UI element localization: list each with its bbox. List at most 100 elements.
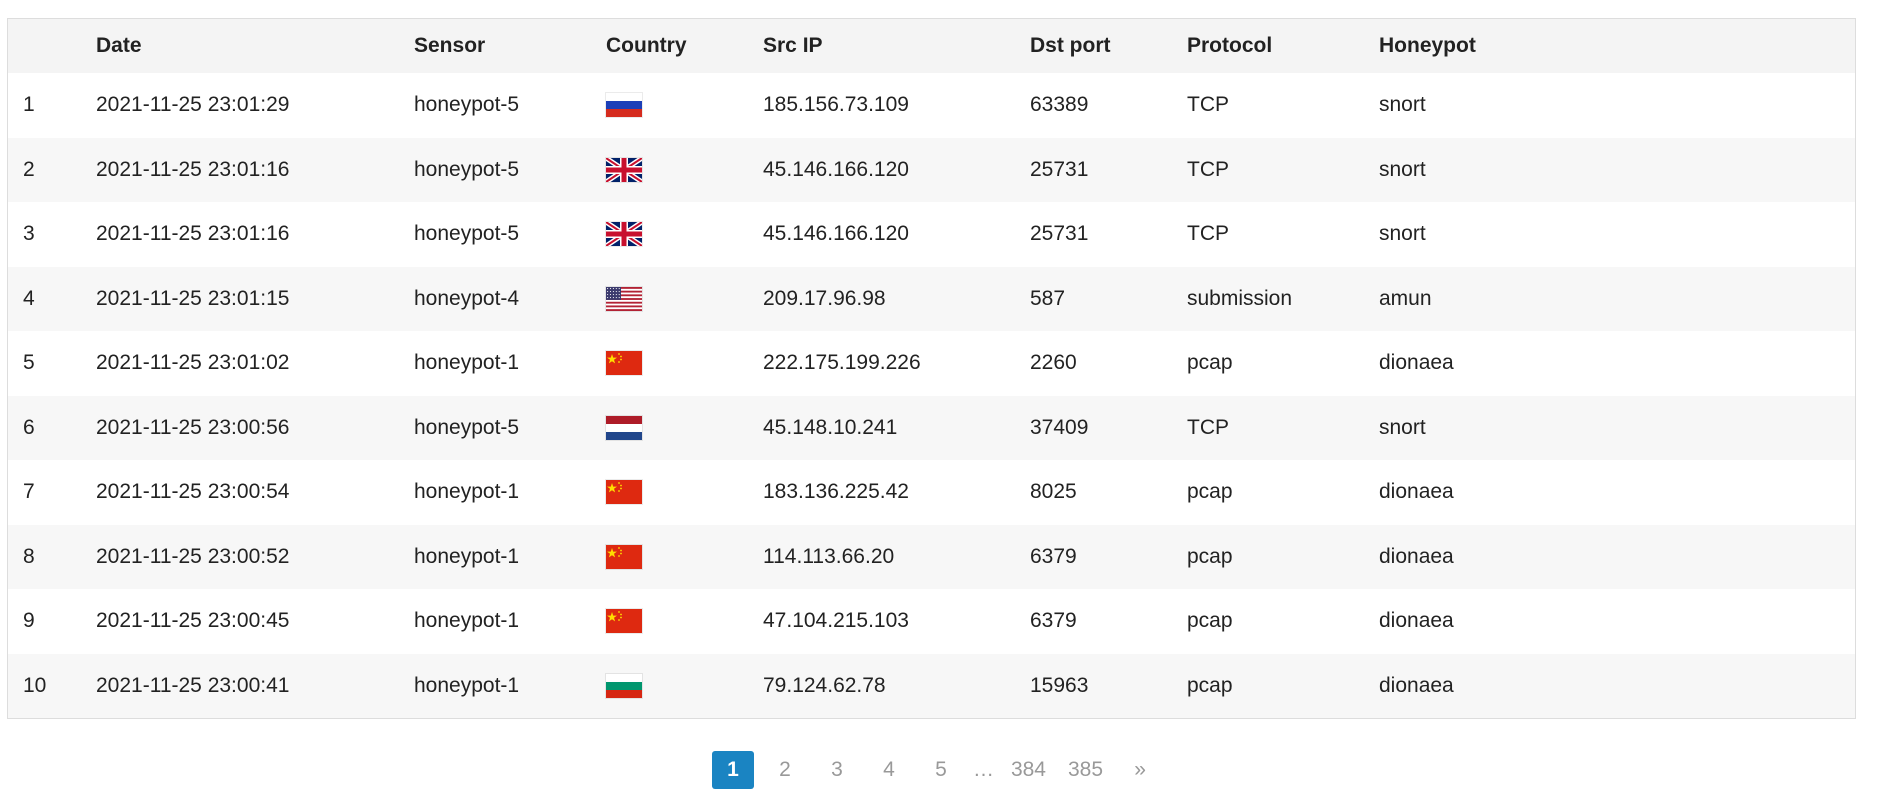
cell-country: [606, 396, 763, 461]
cell-src-ip: 114.113.66.20: [763, 544, 895, 568]
cell-date: 2021-11-25 23:01:02: [96, 351, 290, 375]
page-link-2[interactable]: 2: [764, 751, 806, 789]
uk-flag: [606, 222, 642, 247]
cell-dst-port: 25731: [1030, 222, 1089, 246]
cell-protocol: pcap: [1187, 351, 1233, 375]
table-row: 8 2021-11-25 23:00:52 honeypot-1 114.113.66…: [8, 524, 1855, 589]
cell-dst-port: 15963: [1030, 673, 1089, 697]
cell-num: 6: [23, 415, 35, 439]
cell-honeypot: amun: [1379, 286, 1432, 310]
table-row: 7 2021-11-25 23:00:54 honeypot-1 183.136.22…: [8, 460, 1855, 525]
pagination-list: 1 2 3 4 5 … 384 385 »: [707, 751, 1166, 789]
cell-honeypot: snort: [1379, 222, 1426, 246]
header-dst-port: Dst port: [1030, 34, 1111, 57]
page-link-1[interactable]: 1: [711, 751, 754, 789]
cell-sensor: honeypot-1: [414, 544, 520, 568]
cell-protocol: TCP: [1187, 157, 1229, 181]
cell-protocol: pcap: [1187, 609, 1233, 633]
cell-num: 8: [23, 544, 35, 568]
cell-sensor: honeypot-5: [414, 93, 520, 117]
table-row: 9 2021-11-25 23:00:45 honeypot-1 47.104.215…: [8, 589, 1855, 654]
table-row: 3 2021-11-25 23:01:16 honeypot-5 45.146.166…: [8, 202, 1855, 267]
cell-dst-port: 37409: [1030, 415, 1089, 439]
page-link-3[interactable]: 3: [816, 751, 858, 789]
cell-protocol: submission: [1187, 286, 1293, 310]
cell-dst-port: 6379: [1030, 544, 1077, 568]
header-honeypot: Honeypot: [1379, 34, 1476, 57]
usa-flag: [606, 286, 642, 311]
cell-num: 10: [23, 673, 47, 697]
cell-sensor: honeypot-1: [414, 351, 520, 375]
cell-src-ip: 47.104.215.103: [763, 609, 909, 633]
cell-dst-port: 63389: [1030, 93, 1089, 117]
china-flag: [606, 351, 642, 376]
cell-sensor: honeypot-5: [414, 415, 520, 439]
cell-src-ip: 222.175.199.226: [763, 351, 921, 375]
cell-src-ip: 45.148.10.241: [763, 415, 898, 439]
pagination: 1 2 3 4 5 … 384 385 »: [0, 751, 1880, 789]
honeypot-events-table: Date Sensor Country Src IP Dst port Prot…: [8, 19, 1855, 718]
cell-num: 4: [23, 286, 35, 310]
russia-flag: [606, 93, 642, 118]
cell-honeypot: snort: [1379, 157, 1426, 181]
table-row: 4 2021-11-25 23:01:15 honeypot-4 209.17.96.…: [8, 266, 1855, 332]
header-protocol: Protocol: [1187, 34, 1273, 57]
netherlands-flag: [606, 415, 642, 440]
cell-src-ip: 209.17.96.98: [763, 286, 886, 310]
cell-protocol: TCP: [1187, 415, 1229, 439]
cell-sensor: honeypot-4: [414, 286, 520, 310]
cell-country: [606, 589, 763, 654]
cell-honeypot: snort: [1379, 415, 1426, 439]
cell-protocol: TCP: [1187, 222, 1229, 246]
cell-dst-port: 587: [1030, 286, 1066, 310]
cell-honeypot: dionaea: [1379, 480, 1454, 504]
page-link-4[interactable]: 4: [868, 751, 910, 789]
cell-country: [606, 138, 763, 203]
cell-date: 2021-11-25 23:01:16: [96, 157, 290, 181]
page-link-5[interactable]: 5: [920, 751, 962, 789]
cell-date: 2021-11-25 23:01:16: [96, 222, 290, 246]
cell-date: 2021-11-25 23:00:54: [96, 480, 290, 504]
page-link-385[interactable]: 385: [1062, 751, 1109, 789]
cell-src-ip: 79.124.62.78: [763, 673, 886, 697]
cell-dst-port: 8025: [1030, 480, 1077, 504]
cell-src-ip: 45.146.166.120: [763, 222, 909, 246]
page-link-384[interactable]: 384: [1005, 751, 1052, 789]
next-page-button[interactable]: »: [1119, 751, 1161, 789]
header-date: Date: [96, 34, 142, 57]
cell-date: 2021-11-25 23:01:29: [96, 93, 290, 117]
cell-country: [606, 460, 763, 525]
cell-num: 5: [23, 351, 35, 375]
table-body: 1 2021-11-25 23:01:29 honeypot-5 185.156.73…: [8, 73, 1855, 718]
cell-honeypot: snort: [1379, 93, 1426, 117]
cell-honeypot: dionaea: [1379, 609, 1454, 633]
cell-sensor: honeypot-5: [414, 222, 520, 246]
header-country: Country: [606, 34, 687, 57]
uk-flag: [606, 157, 642, 182]
cell-num: 9: [23, 609, 35, 633]
cell-country: [606, 267, 763, 332]
cell-honeypot: dionaea: [1379, 544, 1454, 568]
cell-date: 2021-11-25 23:00:52: [96, 544, 290, 568]
cell-protocol: pcap: [1187, 673, 1233, 697]
cell-honeypot: dionaea: [1379, 351, 1454, 375]
cell-country: [606, 654, 763, 719]
cell-num: 1: [23, 93, 35, 117]
header-sensor: Sensor: [414, 34, 486, 57]
cell-date: 2021-11-25 23:00:45: [96, 609, 290, 633]
table-row: 5 2021-11-25 23:01:02 honeypot-1 222.175.19…: [8, 331, 1855, 396]
cell-sensor: honeypot-1: [414, 609, 520, 633]
cell-date: 2021-11-25 23:00:56: [96, 415, 290, 439]
cell-dst-port: 25731: [1030, 157, 1089, 181]
cell-country: [606, 202, 763, 267]
cell-num: 3: [23, 222, 35, 246]
cell-protocol: pcap: [1187, 480, 1233, 504]
cell-num: 2: [23, 157, 35, 181]
cell-protocol: TCP: [1187, 93, 1229, 117]
cell-sensor: honeypot-1: [414, 673, 520, 697]
cell-dst-port: 2260: [1030, 351, 1077, 375]
china-flag: [606, 544, 642, 569]
cell-sensor: honeypot-1: [414, 480, 520, 504]
cell-country: [606, 73, 763, 138]
cell-src-ip: 45.146.166.120: [763, 157, 909, 181]
